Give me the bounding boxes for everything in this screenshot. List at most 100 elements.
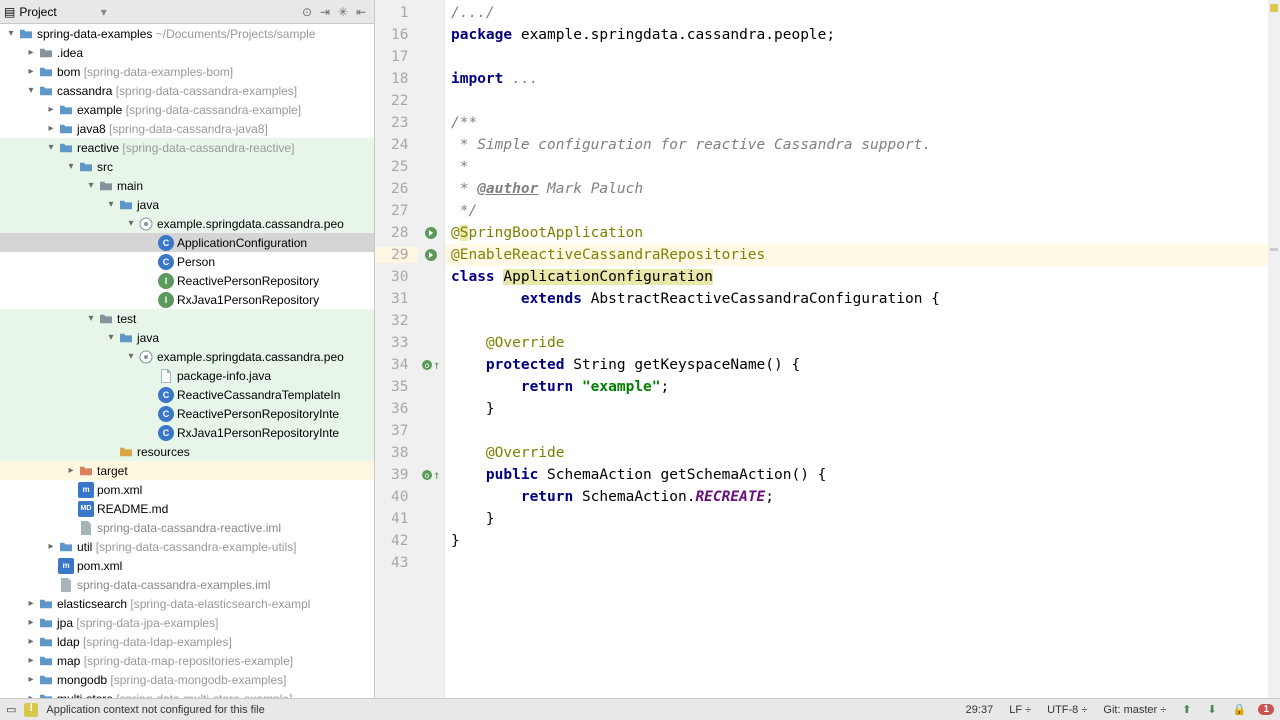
project-title[interactable]: Project (19, 5, 56, 19)
tree-item[interactable]: ▸ldap [spring-data-ldap-examples] (0, 632, 374, 651)
git-branch[interactable]: Git: master ÷ (1099, 704, 1170, 716)
tree-item[interactable]: ▸CReactivePersonRepositoryInte (0, 404, 374, 423)
tree-item[interactable]: ▾cassandra [spring-data-cassandra-exampl… (0, 81, 374, 100)
line-number[interactable]: 31 (375, 291, 418, 307)
notification-badge[interactable]: 1 (1258, 704, 1274, 715)
chevron-right-icon[interactable]: ▸ (44, 123, 58, 134)
tree-item[interactable]: ▾example.springdata.cassandra.peo (0, 347, 374, 366)
line-number[interactable]: 34 (375, 357, 418, 373)
locate-icon[interactable]: ⊙ (298, 3, 316, 21)
line-number[interactable]: 42 (375, 533, 418, 549)
chevron-down-icon[interactable]: ▾ (4, 28, 18, 39)
hide-icon[interactable]: ⇤ (352, 3, 370, 21)
tree-item[interactable]: ▾java (0, 328, 374, 347)
line-number[interactable]: 37 (375, 423, 418, 439)
tree-item[interactable]: ▸example [spring-data-cassandra-example] (0, 100, 374, 119)
line-number[interactable]: 18 (375, 71, 418, 87)
editor-code-area[interactable]: /.../package example.springdata.cassandr… (445, 0, 1268, 698)
line-number[interactable]: 35 (375, 379, 418, 395)
tree-item[interactable]: ▸mongodb [spring-data-mongodb-examples] (0, 670, 374, 689)
project-tree[interactable]: ▾spring-data-examples ~/Documents/Projec… (0, 24, 374, 698)
code-line[interactable]: } (445, 530, 1268, 552)
stripe-warning-marker[interactable] (1270, 4, 1278, 12)
chevron-right-icon[interactable]: ▸ (24, 674, 38, 685)
line-number[interactable]: 17 (375, 49, 418, 65)
line-number[interactable]: 26 (375, 181, 418, 197)
chevron-right-icon[interactable]: ▸ (24, 598, 38, 609)
tree-item[interactable]: ▸CRxJava1PersonRepositoryInte (0, 423, 374, 442)
run-gutter-icon[interactable] (418, 249, 444, 261)
file-encoding[interactable]: UTF-8 ÷ (1043, 704, 1091, 716)
code-line[interactable]: @EnableReactiveCassandraRepositories (445, 244, 1268, 266)
code-line[interactable]: @Override (445, 442, 1268, 464)
tree-item[interactable]: ▸spring-data-cassandra-examples.iml (0, 575, 374, 594)
chevron-right-icon[interactable]: ▸ (24, 636, 38, 647)
tree-item[interactable]: ▸.idea (0, 43, 374, 62)
chevron-right-icon[interactable]: ▸ (64, 465, 78, 476)
line-number[interactable]: 38 (375, 445, 418, 461)
caret-position[interactable]: 29:37 (962, 704, 998, 716)
chevron-down-icon[interactable]: ▾ (124, 351, 138, 362)
tree-item[interactable]: ▸multi-store [spring-data-multi-store-ex… (0, 689, 374, 698)
chevron-right-icon[interactable]: ▸ (24, 47, 38, 58)
chevron-down-icon[interactable]: ▾ (24, 85, 38, 96)
chevron-down-icon[interactable]: ▾ (64, 161, 78, 172)
tree-item[interactable]: ▸jpa [spring-data-jpa-examples] (0, 613, 374, 632)
tree-item[interactable]: ▸mpom.xml (0, 480, 374, 499)
chevron-right-icon[interactable]: ▸ (24, 655, 38, 666)
tree-item[interactable]: ▸spring-data-cassandra-reactive.iml (0, 518, 374, 537)
tree-item[interactable]: ▾java (0, 195, 374, 214)
tree-item[interactable]: ▸CApplicationConfiguration (0, 233, 374, 252)
line-number[interactable]: 24 (375, 137, 418, 153)
tree-item[interactable]: ▸map [spring-data-map-repositories-examp… (0, 651, 374, 670)
code-line[interactable] (445, 46, 1268, 68)
line-number[interactable]: 41 (375, 511, 418, 527)
tree-item[interactable]: ▸bom [spring-data-examples-bom] (0, 62, 374, 81)
code-line[interactable]: class ApplicationConfiguration (445, 266, 1268, 288)
tree-item[interactable]: ▸package-info.java (0, 366, 374, 385)
code-editor[interactable]: 116171822232425262728293031323334o↑35363… (375, 0, 1280, 698)
override-gutter-icon[interactable]: o↑ (418, 468, 444, 482)
code-line[interactable]: return "example"; (445, 376, 1268, 398)
chevron-down-icon[interactable]: ▾ (124, 218, 138, 229)
tree-item[interactable]: ▾main (0, 176, 374, 195)
code-line[interactable]: * @author Mark Paluch (445, 178, 1268, 200)
tree-item[interactable]: ▸IRxJava1PersonRepository (0, 290, 374, 309)
code-line[interactable]: } (445, 508, 1268, 530)
editor-gutter[interactable]: 116171822232425262728293031323334o↑35363… (375, 0, 445, 698)
code-line[interactable]: @Override (445, 332, 1268, 354)
chevron-down-icon[interactable]: ▾ (84, 180, 98, 191)
code-line[interactable] (445, 420, 1268, 442)
vcs-commit-icon[interactable]: ⬇ (1204, 703, 1221, 716)
line-number[interactable]: 29 (375, 247, 418, 263)
chevron-right-icon[interactable]: ▸ (24, 66, 38, 77)
line-number[interactable]: 1 (375, 5, 418, 21)
chevron-down-icon[interactable]: ▾ (104, 332, 118, 343)
line-number[interactable]: 16 (375, 27, 418, 43)
tree-item[interactable]: ▸IReactivePersonRepository (0, 271, 374, 290)
code-line[interactable]: return SchemaAction.RECREATE; (445, 486, 1268, 508)
tree-item[interactable]: ▸java8 [spring-data-cassandra-java8] (0, 119, 374, 138)
chevron-down-icon[interactable]: ▾ (104, 199, 118, 210)
code-line[interactable] (445, 552, 1268, 574)
collapse-all-icon[interactable]: ⇥ (316, 3, 334, 21)
code-line[interactable]: */ (445, 200, 1268, 222)
line-number[interactable]: 39 (375, 467, 418, 483)
tree-item[interactable]: ▸util [spring-data-cassandra-example-uti… (0, 537, 374, 556)
tree-item[interactable]: ▸target (0, 461, 374, 480)
run-gutter-icon[interactable] (418, 227, 444, 239)
tree-item[interactable]: ▾example.springdata.cassandra.peo (0, 214, 374, 233)
warning-icon[interactable] (24, 703, 38, 717)
readonly-lock-icon[interactable]: 🔒 (1229, 703, 1251, 716)
chevron-right-icon[interactable]: ▸ (44, 104, 58, 115)
chevron-right-icon[interactable]: ▸ (44, 541, 58, 552)
line-number[interactable]: 28 (375, 225, 418, 241)
override-gutter-icon[interactable]: o↑ (418, 358, 444, 372)
chevron-down-icon[interactable]: ▾ (84, 313, 98, 324)
line-number[interactable]: 33 (375, 335, 418, 351)
tree-item[interactable]: ▸mpom.xml (0, 556, 374, 575)
line-number[interactable]: 22 (375, 93, 418, 109)
code-line[interactable]: public SchemaAction getSchemaAction() { (445, 464, 1268, 486)
tree-item[interactable]: ▸CPerson (0, 252, 374, 271)
line-number[interactable]: 30 (375, 269, 418, 285)
